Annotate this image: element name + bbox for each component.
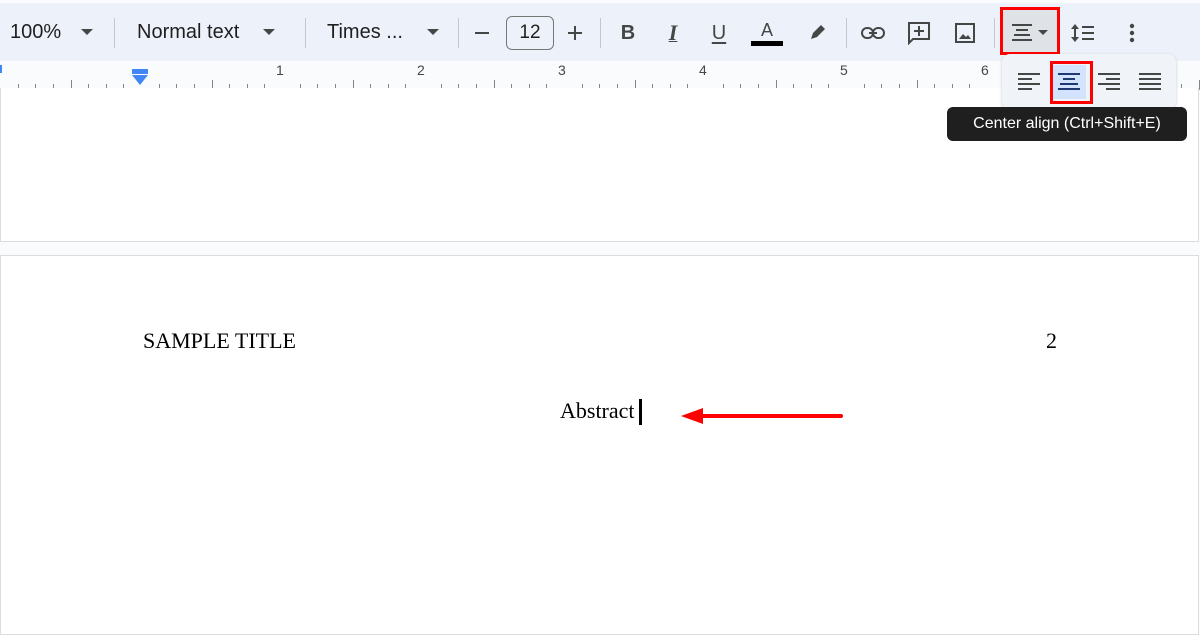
more-options-button[interactable] (1115, 16, 1149, 50)
insert-link-button[interactable] (856, 16, 890, 50)
divider (114, 18, 115, 48)
text-color-button[interactable]: A (750, 16, 784, 50)
ruler-number: 6 (981, 62, 989, 78)
chevron-down-icon (426, 29, 439, 35)
header-title: SAMPLE TITLE (143, 328, 296, 353)
annotation-highlight-box (1050, 61, 1093, 104)
first-line-indent-marker[interactable] (132, 69, 148, 74)
increase-font-size-button[interactable] (558, 16, 592, 50)
bold-button[interactable]: B (611, 16, 645, 50)
insert-image-button[interactable] (948, 16, 982, 50)
ruler-number: 1 (276, 62, 284, 78)
divider (305, 18, 306, 48)
align-right-icon (1098, 73, 1120, 90)
abstract-heading[interactable]: Abstract (560, 398, 635, 424)
left-indent-marker[interactable] (132, 75, 148, 85)
annotation-highlight-box (1000, 7, 1060, 55)
decrease-font-size-button[interactable] (465, 16, 499, 50)
justify-icon (1139, 73, 1161, 90)
divider (846, 18, 847, 48)
text-cursor (639, 399, 642, 425)
ruler-number: 2 (417, 62, 425, 78)
zoom-select[interactable]: 100% (10, 3, 94, 61)
bold-icon: B (620, 21, 636, 44)
add-comment-button[interactable] (902, 16, 936, 50)
align-left-option[interactable] (1012, 65, 1046, 99)
text-color-icon: A (760, 19, 773, 40)
justify-option[interactable] (1133, 65, 1167, 99)
page-number: 2 (1046, 328, 1057, 353)
italic-icon: I (668, 20, 678, 45)
page-2[interactable]: SAMPLE TITLE 2 Abstract (0, 255, 1199, 635)
pen-icon (811, 25, 825, 39)
left-margin-marker[interactable] (0, 65, 2, 73)
ruler-number: 4 (699, 62, 707, 78)
align-left-icon (1018, 73, 1040, 90)
font-value: Times ... (327, 20, 403, 43)
style-select[interactable]: Normal text (137, 3, 276, 61)
link-icon (861, 27, 885, 39)
style-value: Normal text (137, 20, 240, 43)
align-right-option[interactable] (1092, 65, 1126, 99)
text-color-swatch (751, 40, 783, 46)
image-icon (955, 23, 975, 43)
add-comment-icon (908, 22, 930, 45)
divider (994, 18, 995, 48)
ruler-number: 3 (558, 62, 566, 78)
chevron-down-icon (263, 29, 276, 35)
plus-icon (568, 26, 582, 40)
underline-button[interactable]: U (702, 16, 736, 50)
annotation-arrow (681, 408, 843, 424)
line-spacing-icon (1071, 24, 1094, 42)
font-select[interactable]: Times ... (327, 3, 439, 61)
underline-icon: U (711, 21, 727, 44)
ruler-number: 5 (840, 62, 848, 78)
minus-icon (475, 32, 489, 34)
divider (600, 18, 601, 48)
divider (458, 18, 459, 48)
italic-button[interactable]: I (656, 16, 690, 50)
zoom-value: 100% (10, 20, 62, 43)
font-size-input[interactable]: 12 (506, 16, 554, 50)
line-spacing-button[interactable] (1066, 16, 1100, 50)
tooltip: Center align (Ctrl+Shift+E) (947, 107, 1187, 141)
highlight-color-button[interactable] (800, 16, 834, 50)
more-vert-icon (1129, 23, 1135, 43)
chevron-down-icon (81, 29, 94, 35)
